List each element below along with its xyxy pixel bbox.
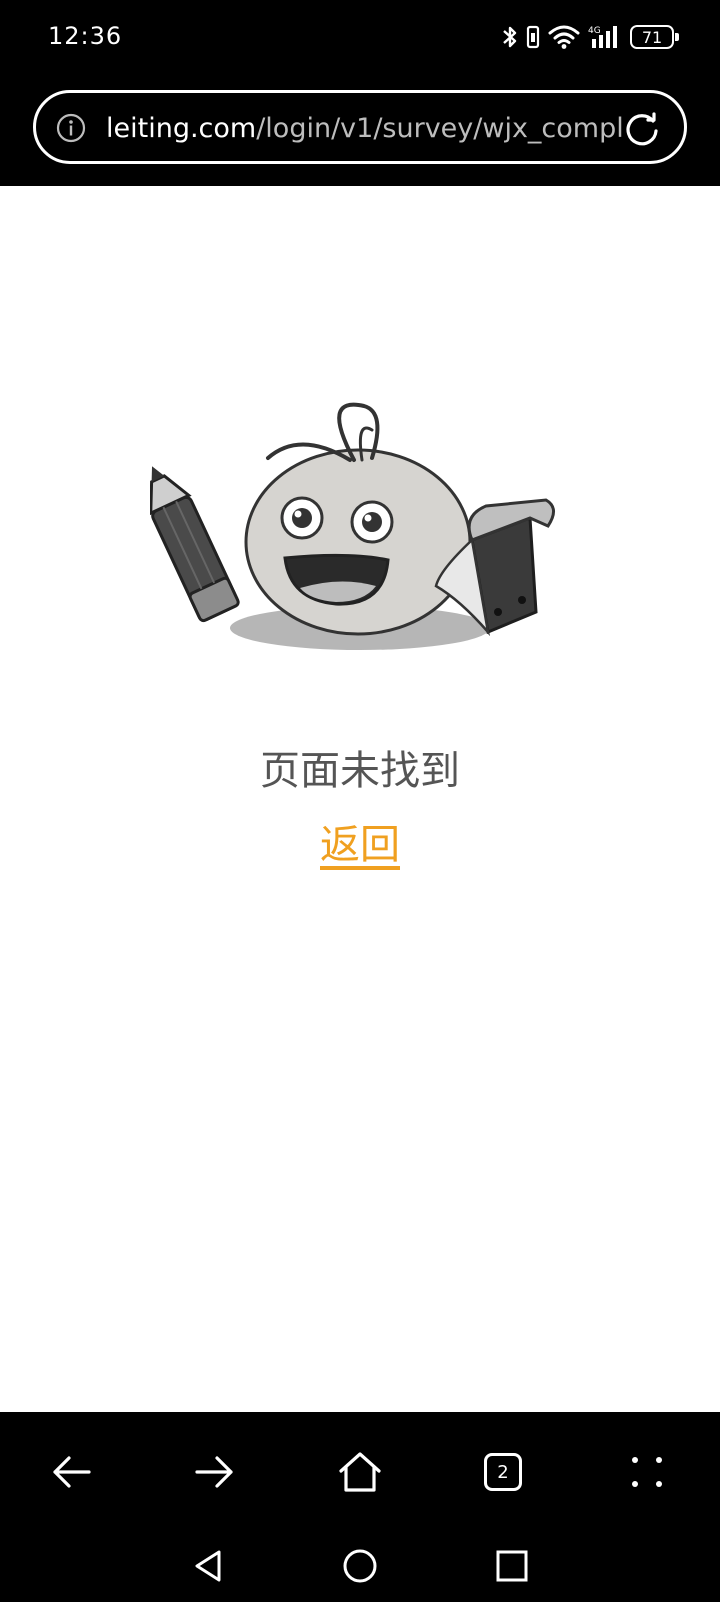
home-icon (339, 1452, 381, 1492)
battery-icon: 71 (630, 25, 679, 49)
svg-text:4G: 4G (588, 26, 601, 36)
back-link[interactable]: 返回 (0, 812, 720, 870)
url-domain: leiting.com (106, 113, 257, 144)
nav-home-button[interactable] (338, 1544, 382, 1588)
status-time: 12:36 (48, 22, 123, 50)
vibrate-icon (526, 25, 540, 49)
back-button[interactable] (41, 1442, 101, 1502)
menu-button[interactable] (617, 1442, 677, 1502)
url-path: /login/v1/survey/wjx_compl (256, 113, 624, 144)
forward-button[interactable] (185, 1442, 245, 1502)
info-icon[interactable] (56, 113, 86, 143)
url-text[interactable]: leiting.com/login/v1/survey/wjx_compl (106, 111, 626, 147)
browser-address-area: leiting.com/login/v1/survey/wjx_compl (0, 76, 720, 186)
tab-count: 2 (497, 1461, 509, 1483)
forward-arrow-icon (195, 1456, 233, 1488)
tabs-button[interactable]: 2 (473, 1442, 533, 1502)
pencil-drawing (150, 466, 240, 623)
wifi-icon (548, 25, 580, 49)
page-not-found-message: 页面未找到 (260, 748, 460, 794)
nav-back-triangle-icon (195, 1550, 221, 1582)
system-nav-bar (0, 1532, 720, 1602)
nav-recents-square-icon (496, 1550, 528, 1582)
battery-level: 71 (641, 27, 663, 47)
nav-recents-button[interactable] (490, 1544, 534, 1588)
mascot-illustration (150, 402, 555, 650)
nav-home-circle-icon (343, 1549, 377, 1583)
browser-toolbar: 2 (0, 1412, 720, 1532)
reload-icon[interactable] (622, 109, 662, 149)
status-icons: 4G 71 (502, 22, 679, 52)
nav-back-button[interactable] (186, 1544, 230, 1588)
menu-dots-icon (632, 1457, 662, 1487)
status-bar: 12:36 4G 71 (0, 0, 720, 76)
home-button[interactable] (330, 1442, 390, 1502)
address-bar[interactable]: leiting.com/login/v1/survey/wjx_compl (33, 90, 687, 164)
cellular-signal-icon: 4G (588, 26, 617, 48)
bluetooth-icon (503, 26, 517, 48)
back-arrow-icon (53, 1456, 91, 1488)
tabs-icon: 2 (484, 1453, 522, 1491)
